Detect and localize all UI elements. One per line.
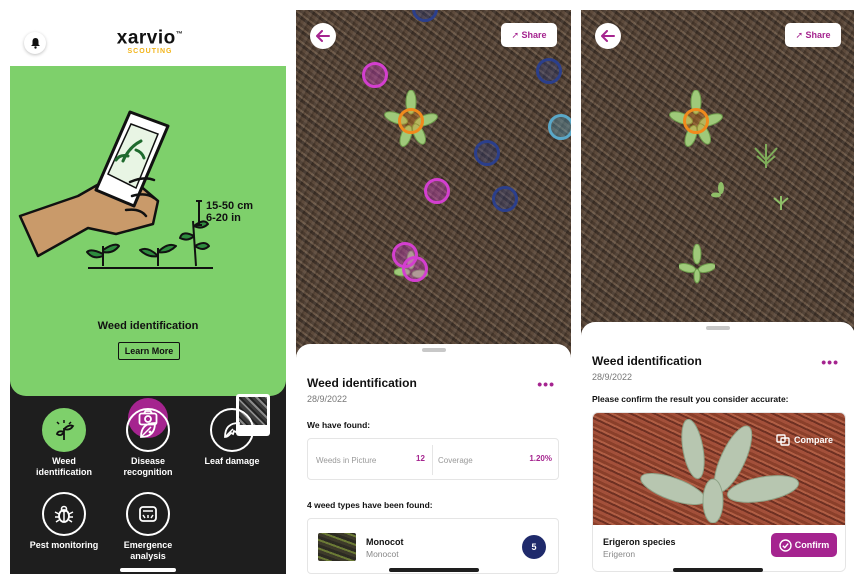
nav-label-1: Leaf damage [204, 456, 260, 466]
home-screen: xarvio™ SCOUTING 15-50 cm 6-20 in Weed i… [10, 10, 286, 574]
coverage-label: Coverage [438, 455, 473, 465]
more-options-button[interactable]: ••• [821, 354, 839, 370]
nav-pest-monitoring[interactable]: Pest monitoring [22, 492, 106, 551]
emergence-icon [139, 506, 157, 522]
detection-marker[interactable] [492, 186, 518, 212]
weed-count-badge: 5 [522, 535, 546, 559]
top-bar: xarvio™ SCOUTING [10, 10, 286, 66]
logo-subtitle: SCOUTING [127, 48, 173, 56]
notifications-button[interactable] [24, 32, 46, 54]
found-label: We have found: [307, 420, 371, 430]
weed-type-row[interactable]: Monocot Monocot 5 [307, 518, 559, 574]
nav-label-1: Emergence [123, 540, 173, 550]
detection-marker[interactable] [424, 178, 450, 204]
leaf-disease-icon [140, 422, 156, 438]
nav-label-1: Weed [52, 456, 76, 466]
weed-plant [711, 182, 724, 198]
weeds-in-picture-label: Weeds in Picture [316, 455, 377, 465]
sheet-handle[interactable] [706, 326, 730, 330]
leaf-damage-icon [224, 422, 240, 438]
sheet-title: Weed identification [592, 354, 702, 368]
hand-phone-illustration [18, 110, 213, 269]
weed-type-subtitle: Monocot [366, 549, 399, 559]
species-genus: Erigeron [603, 549, 636, 559]
sheet-title: Weed identification [307, 376, 417, 390]
share-button[interactable]: ➚ Share [785, 23, 841, 47]
species-info: Erigeron species Erigeron Confirm [593, 525, 845, 571]
species-card: Compare Erigeron species Erigeron Confir… [592, 412, 846, 572]
detection-marker[interactable] [536, 58, 562, 84]
sheet-date: 28/9/2022 [592, 372, 633, 382]
back-button[interactable] [310, 23, 336, 49]
more-options-button[interactable]: ••• [537, 376, 555, 392]
height-range-text: 15-50 cm 6-20 in [206, 200, 253, 224]
confirm-result-screen: ➚ Share Weed identification 28/9/2022 ••… [581, 10, 854, 574]
nav-weed-identification[interactable]: Weed identification [22, 408, 106, 478]
height-range-icon [196, 200, 202, 226]
learn-more-button[interactable]: Learn More [118, 342, 180, 360]
nav-emergence-analysis[interactable]: Emergence analysis [106, 492, 190, 562]
nav-label-1: Disease [130, 456, 166, 466]
weed-type-title: Monocot [366, 537, 404, 547]
species-photo: Compare [593, 413, 845, 525]
detection-marker[interactable] [402, 256, 428, 282]
share-arrow-icon: ➚ [795, 29, 806, 40]
nav-label-2: analysis [130, 551, 166, 561]
bell-icon [30, 38, 40, 49]
compare-icon [776, 434, 790, 446]
share-label: Share [521, 30, 547, 40]
nav-label-1: Pest monitoring [29, 540, 99, 550]
weed-thumbnail [318, 533, 356, 561]
sheet-date: 28/9/2022 [307, 394, 348, 404]
confirm-button[interactable]: Confirm [771, 533, 837, 557]
share-button[interactable]: ➚ Share [501, 23, 557, 47]
species-name: Erigeron species [603, 537, 676, 547]
detection-marker[interactable] [683, 108, 709, 134]
detection-marker[interactable] [362, 62, 388, 88]
arrow-left-icon [316, 30, 330, 42]
stats-divider [432, 445, 433, 475]
range-cm: 15-50 cm [206, 200, 254, 212]
feature-title: Weed identification [97, 320, 199, 332]
detection-marker[interactable] [474, 140, 500, 166]
confirm-label: Confirm [794, 540, 830, 550]
coverage-value: 1.20% [529, 454, 552, 463]
weed-plant [773, 196, 789, 210]
nav-label-2: recognition [123, 467, 173, 477]
bug-icon [54, 505, 74, 523]
xarvio-logo: xarvio™ SCOUTING [110, 26, 190, 56]
weeds-in-picture-value: 12 [416, 454, 425, 463]
stats-box: Weeds in Picture 12 Coverage 1.20% [307, 438, 559, 480]
logo-name: xarvio [116, 27, 176, 49]
results-sheet: Weed identification 28/9/2022 ••• We hav… [296, 344, 571, 574]
compare-label: Compare [793, 435, 833, 445]
home-indicator [120, 568, 176, 572]
arrow-left-icon [601, 30, 615, 42]
check-circle-icon [779, 538, 792, 552]
back-button[interactable] [595, 23, 621, 49]
nav-disease-recognition[interactable]: Disease recognition [106, 408, 190, 478]
feature-banner: 15-50 cm 6-20 in Weed identification Lea… [10, 66, 286, 438]
weed-plant [754, 144, 778, 168]
logo-trademark: ™ [175, 31, 184, 38]
weed-types-label: 4 weed types have been found: [307, 500, 433, 510]
detection-marker[interactable] [398, 108, 424, 134]
confirm-sheet: Weed identification 28/9/2022 ••• Please… [581, 322, 854, 574]
home-indicator [673, 568, 763, 572]
share-label: Share [805, 30, 831, 40]
confirm-prompt: Please confirm the result you consider a… [592, 394, 789, 404]
home-indicator [388, 568, 479, 572]
compare-button[interactable]: Compare [770, 431, 839, 449]
range-in: 6-20 in [206, 212, 241, 224]
detection-results-screen: ➚ Share Weed identification 28/9/2022 ••… [296, 10, 571, 574]
nav-label-2: identification [36, 467, 92, 477]
nav-leaf-damage[interactable]: Leaf damage [190, 408, 274, 467]
weed-sprout-icon [55, 420, 75, 440]
detection-marker[interactable] [548, 114, 571, 140]
share-arrow-icon: ➚ [511, 29, 522, 40]
weed-plant [679, 244, 715, 284]
sheet-handle[interactable] [421, 348, 446, 352]
